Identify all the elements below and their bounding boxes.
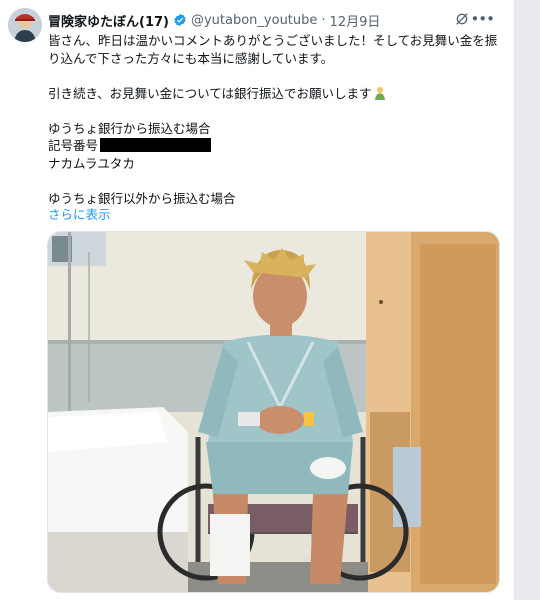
redaction-bar xyxy=(100,138,212,152)
tweet-line: 引き続き、お見舞い金については銀行振込でお願いします xyxy=(48,85,372,101)
verified-badge-icon xyxy=(174,13,186,27)
show-more-link[interactable]: さらに表示 xyxy=(48,204,111,223)
tweet-line: ゆうちょ銀行から振込む場合 xyxy=(48,120,211,136)
tweet-line-with-emoji: 引き続き、お見舞い金については銀行振込でお願いします xyxy=(48,85,508,103)
tweet-line: 記号番号 xyxy=(48,138,99,153)
tweet-line: ゆうちょ銀行以外から振込む場合 xyxy=(48,190,236,206)
user-handle[interactable]: @yutabon_youtube xyxy=(191,13,317,28)
more-icon[interactable]: ••• xyxy=(470,10,495,28)
header-separator: · xyxy=(321,12,326,28)
tweet-header: 冒険家ゆたぼん(17) @yutabon_youtube · 12月9日 ••• xyxy=(48,10,508,30)
tweet-line: ナカムラユタカ xyxy=(48,155,135,171)
tweet-text: 皆さん、昨日は温かいコメントありがとうございました！そしてお見舞い金を振り込んで… xyxy=(48,32,508,207)
tweet-date[interactable]: 12月9日 xyxy=(330,11,381,30)
tweet-line: 皆さん、昨日は温かいコメントありがとうございました！そしてお見舞い金を振り込んで… xyxy=(48,33,498,66)
praying-person-emoji xyxy=(374,86,385,100)
tweet-photo[interactable] xyxy=(47,231,500,593)
display-name[interactable]: 冒険家ゆたぼん(17) xyxy=(48,11,169,30)
tweet-card: 冒険家ゆたぼん(17) @yutabon_youtube · 12月9日 •••… xyxy=(0,0,515,600)
grok-icon[interactable] xyxy=(454,11,470,27)
hospital-photo xyxy=(48,232,499,592)
avatar[interactable] xyxy=(8,8,42,42)
tweet-line-account: 記号番号 xyxy=(48,137,508,155)
